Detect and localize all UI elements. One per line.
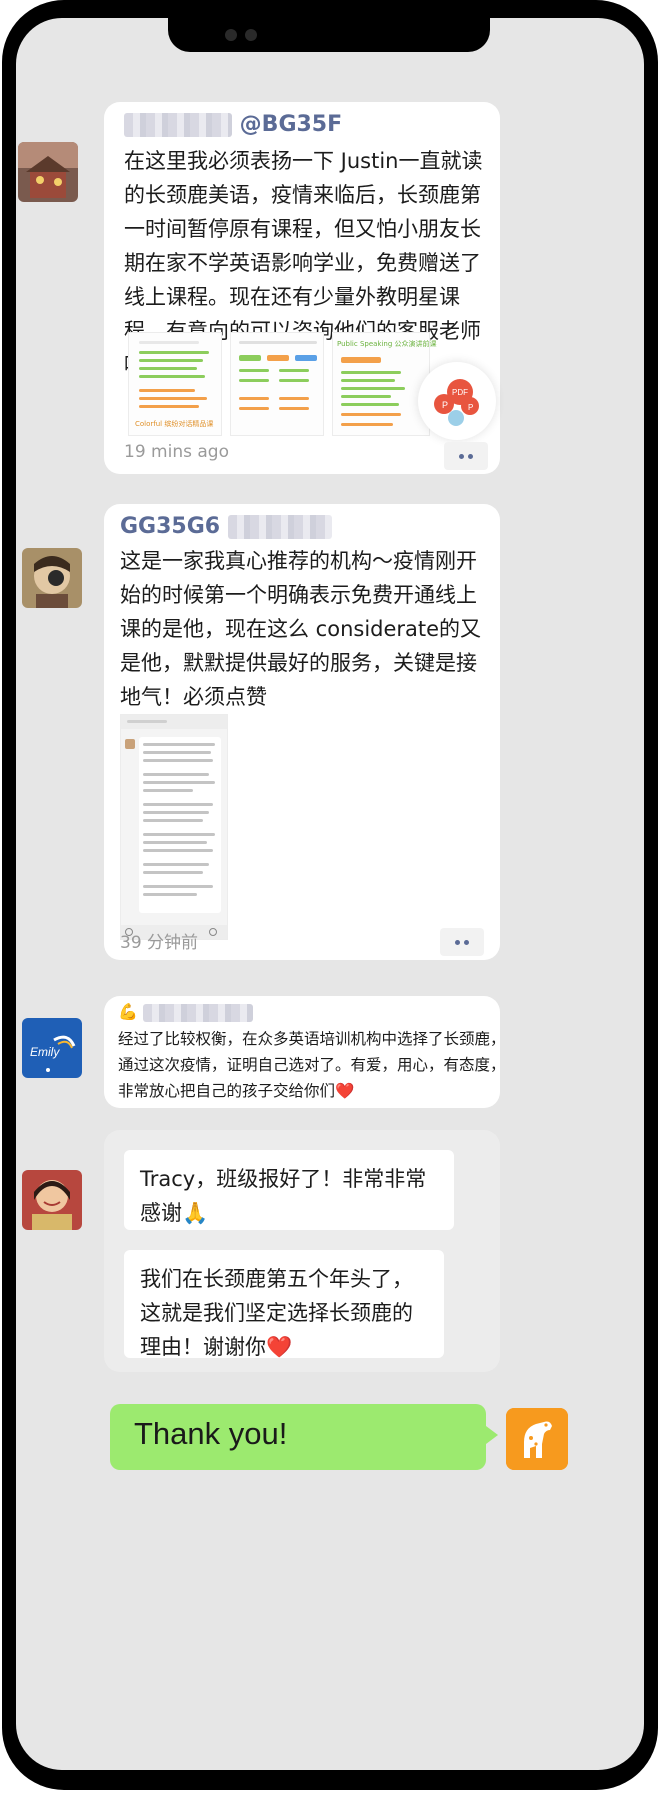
chat-bubble: Tracy，班级报好了！非常非常 感谢🙏 bbox=[124, 1150, 454, 1230]
chat-group: Tracy，班级报好了！非常非常 感谢🙏 我们在长颈鹿第五个年头了， 这就是我们… bbox=[104, 1130, 500, 1372]
more-options-icon[interactable] bbox=[444, 442, 488, 470]
post-time: 39 分钟前 bbox=[120, 933, 199, 953]
post-line: 在这里我必须表扬一下 Justin一直就读 bbox=[124, 149, 483, 173]
comment-line: 经过了比较权衡，在众多英语培训机构中选择了长颈鹿， bbox=[118, 1030, 506, 1048]
post-line: 的长颈鹿美语，疫情来临后，长颈鹿第 bbox=[124, 183, 481, 207]
brand-avatar[interactable] bbox=[506, 1408, 568, 1470]
post-line: 线上课程。现在还有少量外教明星课 bbox=[124, 285, 460, 309]
author-name[interactable]: 💪 bbox=[118, 1002, 254, 1022]
attachment-caption: Public Speaking 公众演讲前课 bbox=[337, 340, 437, 348]
post-line: 一时间暂停原有课程，但又怕小朋友长 bbox=[124, 217, 481, 241]
blurred-name bbox=[227, 515, 332, 539]
author-name[interactable]: GG35G6 bbox=[120, 514, 332, 539]
attachment-image[interactable] bbox=[230, 332, 324, 436]
post-line: 是他，默默提供最好的服务，关键是接 bbox=[120, 651, 477, 675]
post-time: 19 mins ago bbox=[124, 442, 229, 462]
comment-line: 通过这次疫情，证明自己选对了。有爱，用心，有态度， bbox=[118, 1056, 506, 1074]
avatar[interactable] bbox=[22, 548, 82, 608]
avatar[interactable] bbox=[18, 142, 78, 202]
bubble-line: Tracy，班级报好了！非常非常 bbox=[140, 1167, 427, 1191]
pdf-badge-label: PDF bbox=[452, 388, 468, 397]
flexed-arm-icon: 💪 bbox=[118, 1002, 138, 1021]
blurred-name bbox=[124, 113, 232, 137]
phone-frame: @BG35F 在这里我必须表扬一下 Justin一直就读 的长颈鹿美语，疫情来临… bbox=[2, 0, 658, 1790]
bubble-line: 理由！谢谢你❤️ bbox=[140, 1335, 293, 1359]
bubble-line: 感谢🙏 bbox=[140, 1201, 209, 1225]
bubble-line: 这就是我们坚定选择长颈鹿的 bbox=[140, 1301, 413, 1325]
reply-text: Thank you! bbox=[134, 1416, 288, 1451]
attachment-screenshot[interactable] bbox=[120, 714, 228, 940]
post-line: 地气！必须点赞 bbox=[120, 685, 267, 709]
svg-text:P: P bbox=[442, 400, 448, 410]
more-options-icon[interactable] bbox=[440, 928, 484, 956]
blurred-name bbox=[143, 1003, 254, 1022]
moment-post: @BG35F 在这里我必须表扬一下 Justin一直就读 的长颈鹿美语，疫情来临… bbox=[104, 102, 500, 474]
attachment-image[interactable]: Colorful 缤纷对话精品课 bbox=[128, 332, 222, 436]
sensor-dot bbox=[245, 29, 257, 41]
attachment-image[interactable]: Public Speaking 公众演讲前课 bbox=[332, 332, 437, 436]
attachment-caption: Colorful 缤纷对话精品课 bbox=[135, 420, 214, 428]
post-line: 这是一家我真心推荐的机构～疫情刚开 bbox=[120, 549, 477, 573]
avatar[interactable]: Emily bbox=[22, 1018, 82, 1078]
author-name[interactable]: @BG35F bbox=[124, 112, 342, 137]
giraffe-logo-icon bbox=[506, 1408, 568, 1470]
svg-text:P: P bbox=[468, 403, 473, 412]
pdf-badge-icon[interactable]: P P PDF bbox=[418, 362, 496, 440]
post-line: 始的时候第一个明确表示免费开通线上 bbox=[120, 583, 477, 607]
avatar[interactable] bbox=[22, 1170, 82, 1230]
chat-bubble: 我们在长颈鹿第五个年头了， 这就是我们坚定选择长颈鹿的 理由！谢谢你❤️ bbox=[124, 1250, 444, 1359]
post-text: 这是一家我真心推荐的机构～疫情刚开 始的时候第一个明确表示免费开通线上 课的是他… bbox=[120, 544, 496, 714]
reply-bubble[interactable]: Thank you! bbox=[110, 1404, 498, 1470]
post-line: 课的是他，现在这么 considerate的又 bbox=[120, 617, 482, 641]
camera-dot bbox=[225, 29, 237, 41]
comment-line: 非常放心把自己的孩子交给你们❤️ bbox=[118, 1082, 355, 1100]
chat-screen: @BG35F 在这里我必须表扬一下 Justin一直就读 的长颈鹿美语，疫情来临… bbox=[16, 18, 644, 1770]
comment-card: 💪 经过了比较权衡，在众多英语培训机构中选择了长颈鹿， 通过这次疫情，证明自己选… bbox=[104, 996, 506, 1108]
post-line: 期在家不学英语影响学业，免费赠送了 bbox=[124, 251, 481, 275]
moment-post: GG35G6 这是一家我真心推荐的机构～疫情刚开 始的时候第一个明确表示免费开通… bbox=[104, 504, 500, 960]
bubble-line: 我们在长颈鹿第五个年头了， bbox=[140, 1267, 413, 1291]
notch bbox=[168, 18, 490, 52]
avatar-label: Emily bbox=[30, 1045, 60, 1059]
comment-text: 经过了比较权衡，在众多英语培训机构中选择了长颈鹿， 通过这次疫情，证明自己选对了… bbox=[118, 1026, 506, 1104]
